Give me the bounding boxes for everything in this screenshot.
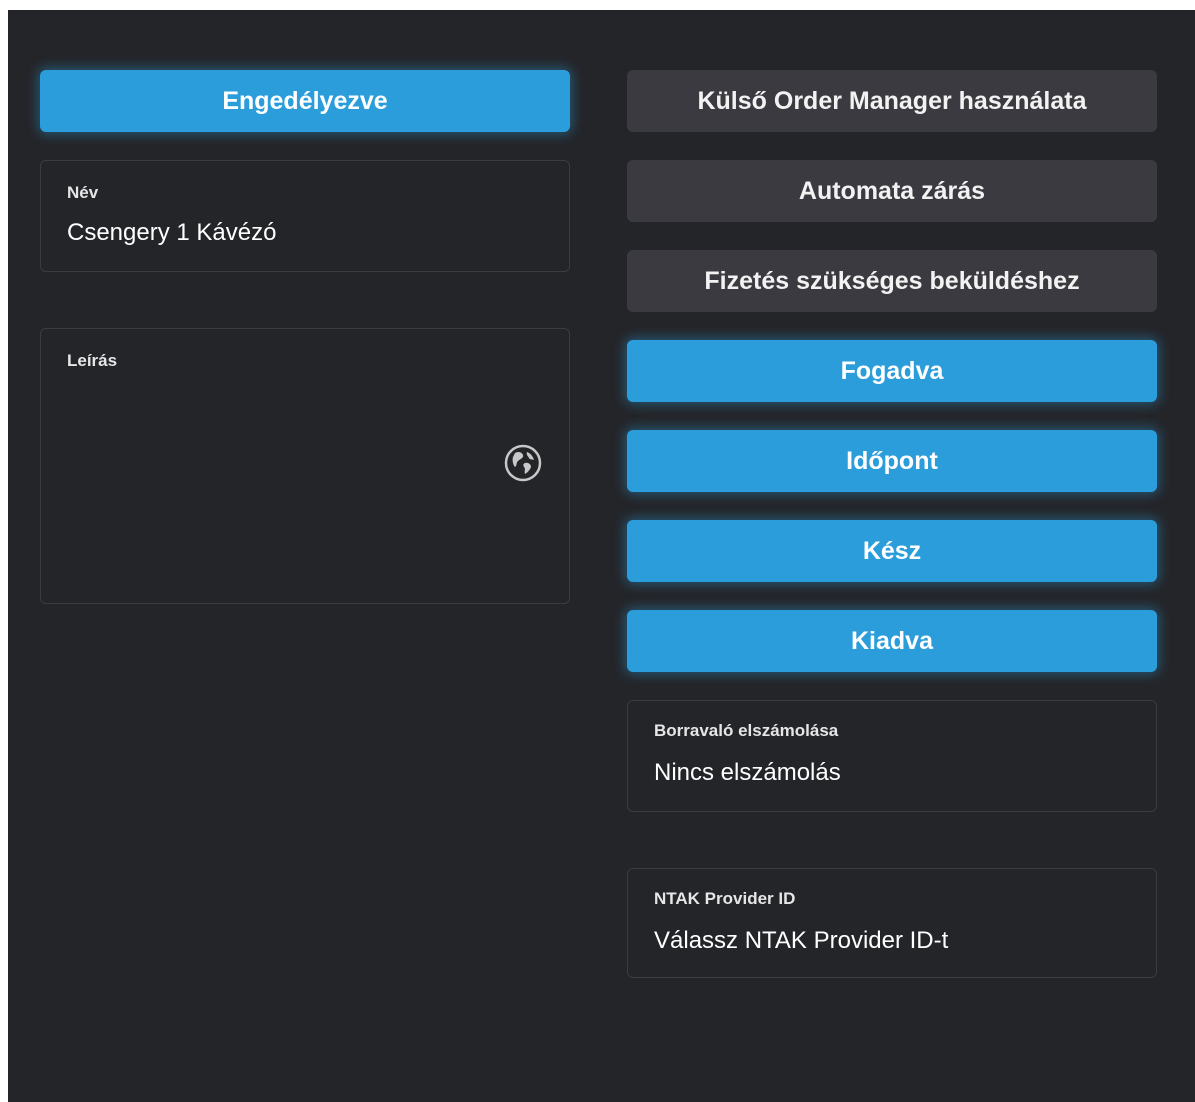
scheduled-time-toggle[interactable]: Időpont: [627, 430, 1157, 492]
auto-close-toggle[interactable]: Automata zárás: [627, 160, 1157, 222]
name-field-label: Név: [67, 183, 99, 202]
ready-toggle[interactable]: Kész: [627, 520, 1157, 582]
ntak-provider-label: NTAK Provider ID: [654, 889, 796, 908]
description-field[interactable]: Leírás: [40, 328, 570, 604]
external-order-manager-toggle[interactable]: Külső Order Manager használata: [627, 70, 1157, 132]
accepted-toggle[interactable]: Fogadva: [627, 340, 1157, 402]
name-field-value: Csengery 1 Kávézó: [67, 219, 277, 246]
ntak-provider-value: Válassz NTAK Provider ID-t: [654, 927, 949, 954]
globe-icon[interactable]: [503, 443, 543, 483]
tip-settlement-value: Nincs elszámolás: [654, 759, 841, 786]
name-field[interactable]: Név Csengery 1 Kávézó: [40, 160, 570, 272]
enabled-toggle-button[interactable]: Engedélyezve: [40, 70, 570, 132]
tip-settlement-label: Borravaló elszámolása: [654, 721, 839, 740]
payment-required-toggle[interactable]: Fizetés szükséges beküldéshez: [627, 250, 1157, 312]
tip-settlement-select[interactable]: Borravaló elszámolása Nincs elszámolás: [627, 700, 1157, 812]
delivered-toggle[interactable]: Kiadva: [627, 610, 1157, 672]
description-field-label: Leírás: [67, 351, 118, 370]
ntak-provider-select[interactable]: NTAK Provider ID Válassz NTAK Provider I…: [627, 868, 1157, 978]
